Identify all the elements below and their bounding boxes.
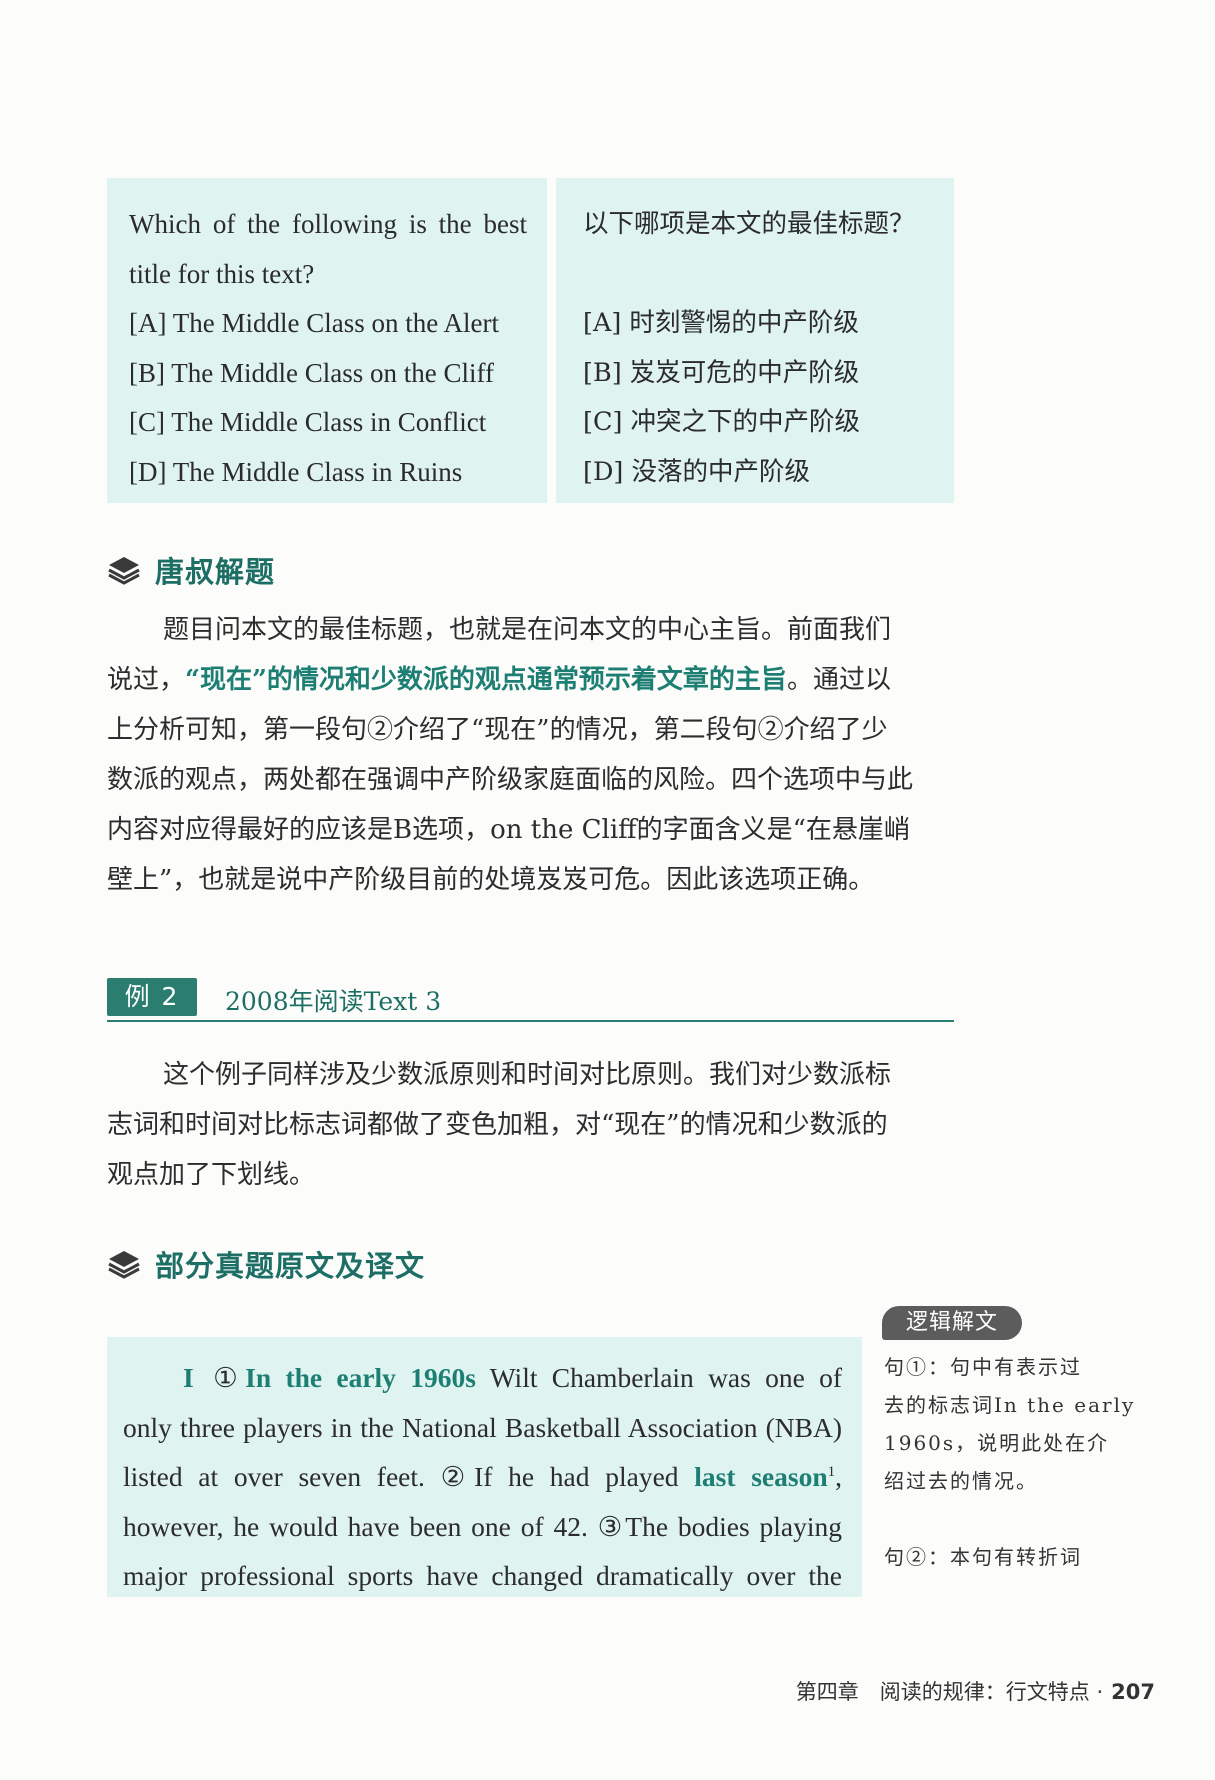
footnote-marker: 1	[827, 1463, 836, 1480]
divider	[107, 1020, 954, 1022]
side-note-1: 句①：句中有表示过 去的标志词In the early 1960s，说明此处在介…	[884, 1355, 1136, 1493]
question-box: Which of the following is the best title…	[107, 178, 954, 503]
chapter-title: 第四章 阅读的规律：行文特点 ·	[795, 1680, 1104, 1704]
option-b: [B] The Middle Class on the Cliff	[129, 357, 494, 388]
question-translation: 以下哪项是本文的最佳标题？	[583, 209, 915, 239]
passage-line: listed at over seven feet. ②If he had pl…	[123, 1461, 842, 1492]
layers-icon	[108, 557, 140, 585]
paragraph-line: 壁上”，也就是说中产阶级目前的处境岌岌可危。因此该选项正确。	[107, 865, 875, 895]
layers-icon	[108, 1251, 140, 1279]
time-marker: In the early 1960s	[245, 1362, 476, 1393]
paragraph-number: I	[183, 1362, 194, 1393]
paragraph-line: 这个例子同样涉及少数派原则和时间对比原则。我们对少数派标	[163, 1060, 892, 1090]
section-title: 部分真题原文及译文	[155, 1249, 426, 1283]
passage-line: however, he would have been one of 42. ③…	[123, 1510, 842, 1542]
section-heading-analysis: 唐叔解题	[107, 548, 275, 592]
paragraph-line: 说过，“现在”的情况和少数派的观点通常预示着文章的主旨。通过以	[107, 665, 891, 695]
highlighted-key-point: “现在”的情况和少数派的观点通常预示着文章的主旨	[185, 665, 787, 695]
page-footer: 第四章 阅读的规律：行文特点 · 207	[796, 1676, 1155, 1706]
example-label: 例 2	[107, 978, 197, 1016]
side-note-2: 句②：本句有转折词	[884, 1545, 1082, 1569]
paragraph-line: 上分析可知，第一段句②介绍了“现在”的情况，第二段句②介绍了少	[107, 715, 888, 745]
paragraph-line: 志词和时间对比标志词都做了变色加粗，对“现在”的情况和少数派的	[107, 1110, 888, 1140]
question-english-column: Which of the following is the best title…	[107, 178, 547, 503]
paragraph-line: 题目问本文的最佳标题，也就是在问本文的中心主旨。前面我们	[163, 615, 892, 645]
time-marker: last season	[694, 1461, 828, 1492]
option-a: [A] The Middle Class on the Alert	[129, 308, 499, 338]
question-text-line: title for this text?	[129, 258, 315, 289]
example-paragraph: 这个例子同样涉及少数派原则和时间对比原则。我们对少数派标 志词和时间对比标志词都…	[107, 1050, 957, 1200]
example-header: 例 2 2008年阅读Text 3	[107, 978, 954, 1022]
option-b-translation: [B] 岌岌可危的中产阶级	[583, 357, 860, 388]
passage-line: I ①In the early 1960s Wilt Chamberlain wa…	[123, 1353, 842, 1403]
option-c: [C] The Middle Class in Conflict	[129, 407, 487, 437]
passage-line: major professional sports have changed d…	[123, 1560, 842, 1591]
option-d: [D] The Middle Class in Ruins	[129, 456, 463, 487]
example-title: 2008年阅读Text 3	[225, 987, 442, 1016]
paragraph-line: 数派的观点，两处都在强调中产阶级家庭面临的风险。四个选项中与此	[107, 765, 914, 795]
section-heading-passage: 部分真题原文及译文	[107, 1242, 425, 1286]
page-number: 207	[1111, 1680, 1155, 1704]
question-text-line: Which of the following is the best	[129, 209, 527, 239]
passage-line: only three players in the National Baske…	[123, 1411, 842, 1443]
option-d-translation: [D] 没落的中产阶级	[583, 456, 810, 487]
option-a-translation: [A] 时刻警惕的中产阶级	[583, 308, 859, 338]
passage-box: I ①In the early 1960s Wilt Chamberlain wa…	[107, 1337, 862, 1597]
question-chinese-column: 以下哪项是本文的最佳标题？ [A] 时刻警惕的中产阶级 [B] 岌岌可危的中产阶…	[556, 178, 954, 503]
logic-badge: 逻辑解文	[882, 1306, 1022, 1340]
section-title: 唐叔解题	[155, 555, 276, 589]
paragraph-line: 观点加了下划线。	[107, 1160, 316, 1190]
option-c-translation: [C] 冲突之下的中产阶级	[583, 407, 861, 437]
analysis-paragraph: 题目问本文的最佳标题，也就是在问本文的中心主旨。前面我们 说过，“现在”的情况和…	[107, 605, 957, 905]
paragraph-line: 内容对应得最好的应该是B选项，on the Cliff的字面含义是“在悬崖峭	[107, 815, 910, 845]
